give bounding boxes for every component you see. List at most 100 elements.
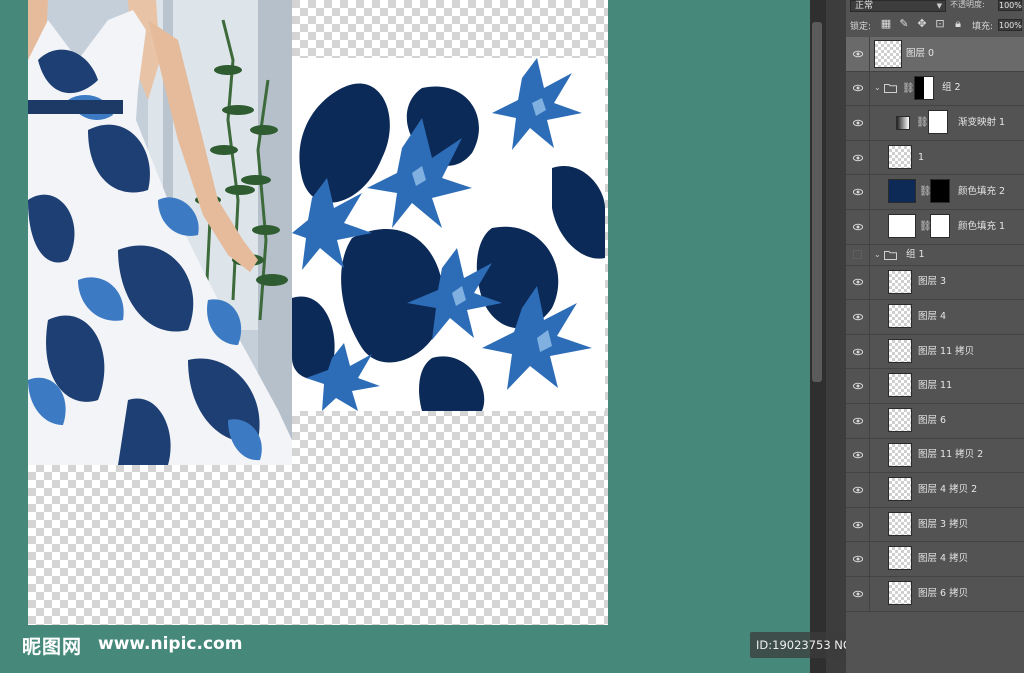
opacity-field[interactable]: 100% bbox=[998, 0, 1022, 11]
visibility-toggle[interactable] bbox=[846, 106, 870, 140]
lock-artboard-icon[interactable]: ⊡ bbox=[934, 18, 946, 30]
color-fill-thumbnail[interactable] bbox=[888, 213, 916, 238]
layer-thumbnail[interactable] bbox=[888, 477, 912, 502]
eye-icon bbox=[852, 554, 864, 564]
canvas-area[interactable] bbox=[0, 0, 810, 673]
layer-name[interactable]: 图层 0 bbox=[906, 48, 934, 60]
visibility-toggle[interactable] bbox=[846, 244, 870, 265]
layer-row[interactable]: 图层 0 bbox=[846, 37, 1024, 72]
layer-thumbnail[interactable] bbox=[888, 304, 912, 329]
layer-name[interactable]: 颜色填充 1 bbox=[958, 221, 1005, 233]
visibility-toggle[interactable] bbox=[846, 334, 870, 369]
layer-thumbnail[interactable] bbox=[888, 144, 912, 169]
layer-thumbnail[interactable] bbox=[888, 373, 912, 398]
layer-row[interactable]: ⛓ 颜色填充 2 bbox=[846, 175, 1024, 210]
layer-thumbnail[interactable] bbox=[888, 511, 912, 536]
eye-icon bbox=[852, 312, 864, 322]
layer-mask-thumbnail[interactable] bbox=[930, 213, 950, 238]
layer-row[interactable]: 图层 3 拷贝 bbox=[846, 507, 1024, 543]
chevron-down-icon[interactable]: ⌄ bbox=[874, 83, 881, 92]
visibility-toggle[interactable] bbox=[846, 140, 870, 175]
layer-name[interactable]: 图层 4 拷贝 bbox=[918, 553, 968, 565]
chain-link-icon[interactable]: ⛓ bbox=[902, 83, 915, 94]
eye-icon bbox=[852, 520, 864, 530]
scrollbar-thumb[interactable] bbox=[812, 22, 822, 382]
layer-row[interactable]: 图层 11 拷贝 2 bbox=[846, 438, 1024, 474]
visibility-toggle[interactable] bbox=[846, 175, 870, 209]
visibility-toggle[interactable] bbox=[846, 265, 870, 300]
layer-row[interactable]: 图层 11 bbox=[846, 369, 1024, 404]
gradient-map-icon bbox=[896, 116, 910, 131]
layer-row[interactable]: 图层 4 拷贝 bbox=[846, 542, 1024, 577]
layer-row[interactable]: 1 bbox=[846, 140, 1024, 176]
layer-row[interactable]: ⛓ 颜色填充 1 bbox=[846, 209, 1024, 245]
layer-row[interactable]: 图层 11 拷贝 bbox=[846, 334, 1024, 370]
eye-icon bbox=[852, 187, 864, 197]
visibility-toggle[interactable] bbox=[846, 71, 870, 106]
layer-mask-thumbnail[interactable] bbox=[930, 179, 950, 204]
lock-transparent-pixels-icon[interactable]: ▦ bbox=[880, 18, 892, 30]
model-photo bbox=[28, 0, 292, 465]
visibility-toggle[interactable] bbox=[846, 369, 870, 403]
fill-field[interactable]: 100% bbox=[998, 19, 1022, 31]
visibility-toggle[interactable] bbox=[846, 438, 870, 473]
layer-name[interactable]: 图层 4 拷贝 2 bbox=[918, 484, 977, 496]
layer-thumbnail[interactable] bbox=[888, 580, 912, 605]
layer-name[interactable]: 图层 3 拷贝 bbox=[918, 519, 968, 531]
layer-name[interactable]: 图层 11 拷贝 bbox=[918, 346, 974, 358]
chain-link-icon[interactable]: ⛓ bbox=[916, 117, 929, 128]
visibility-toggle[interactable] bbox=[846, 37, 870, 71]
eye-icon bbox=[852, 83, 864, 93]
layer-name[interactable]: 图层 11 拷贝 2 bbox=[918, 449, 983, 461]
chevron-down-icon[interactable]: ⌄ bbox=[874, 250, 881, 259]
layer-name[interactable]: 渐变映射 1 bbox=[958, 117, 1005, 129]
visibility-toggle[interactable] bbox=[846, 576, 870, 611]
layer-name[interactable]: 图层 6 bbox=[918, 415, 946, 427]
layer-row[interactable]: 图层 6 bbox=[846, 403, 1024, 439]
model-photo-art bbox=[28, 0, 292, 465]
layer-thumbnail[interactable] bbox=[874, 40, 902, 68]
hidden-visibility-box bbox=[853, 249, 862, 259]
layer-row[interactable]: 图层 3 bbox=[846, 265, 1024, 301]
group-mask-thumbnail[interactable] bbox=[914, 75, 934, 100]
document-canvas[interactable] bbox=[28, 0, 608, 625]
visibility-toggle[interactable] bbox=[846, 542, 870, 576]
eye-icon bbox=[852, 222, 864, 232]
eye-icon bbox=[852, 153, 864, 163]
layer-name[interactable]: 颜色填充 2 bbox=[958, 186, 1005, 198]
layer-name[interactable]: 图层 11 bbox=[918, 380, 952, 392]
layer-row[interactable]: ⌄ ⛓ 组 2 bbox=[846, 71, 1024, 107]
color-fill-thumbnail[interactable] bbox=[888, 179, 916, 204]
layer-row[interactable]: 图层 4 bbox=[846, 300, 1024, 335]
layer-name[interactable]: 组 1 bbox=[906, 249, 925, 261]
visibility-toggle[interactable] bbox=[846, 300, 870, 334]
visibility-toggle[interactable] bbox=[846, 403, 870, 438]
visibility-toggle[interactable] bbox=[846, 473, 870, 507]
visibility-toggle[interactable] bbox=[846, 209, 870, 244]
eye-icon bbox=[852, 347, 864, 357]
eye-icon bbox=[852, 450, 864, 460]
blend-mode-select[interactable]: 正常 ▼ bbox=[850, 0, 946, 12]
layer-thumbnail[interactable] bbox=[888, 338, 912, 363]
visibility-toggle[interactable] bbox=[846, 507, 870, 542]
layer-thumbnail[interactable] bbox=[888, 442, 912, 467]
lock-image-pixels-icon[interactable]: ✎ bbox=[898, 18, 910, 30]
layer-row[interactable]: 图层 4 拷贝 2 bbox=[846, 473, 1024, 508]
layer-thumbnail[interactable] bbox=[888, 407, 912, 432]
layer-thumbnail[interactable] bbox=[888, 269, 912, 294]
lock-label: 锁定: bbox=[850, 22, 872, 32]
layer-name[interactable]: 图层 6 拷贝 bbox=[918, 588, 968, 600]
layer-row[interactable]: ⛓ 渐变映射 1 bbox=[846, 106, 1024, 141]
layer-thumbnail[interactable] bbox=[888, 546, 912, 571]
chevron-down-icon: ▼ bbox=[936, 2, 942, 10]
layer-name[interactable]: 1 bbox=[918, 152, 924, 164]
layer-name[interactable]: 组 2 bbox=[942, 82, 961, 94]
layer-mask-thumbnail[interactable] bbox=[928, 110, 948, 135]
lock-row: 锁定: ▦ ✎ ✥ ⊡ 🔒︎ 填充: 100% bbox=[846, 17, 1024, 35]
layer-row[interactable]: 图层 6 拷贝 bbox=[846, 576, 1024, 612]
layer-row[interactable]: ⌄ 组 1 bbox=[846, 244, 1024, 266]
layer-name[interactable]: 图层 3 bbox=[918, 276, 946, 288]
lock-position-icon[interactable]: ✥ bbox=[916, 18, 928, 30]
lock-all-icon[interactable]: 🔒︎ bbox=[952, 18, 964, 30]
layer-name[interactable]: 图层 4 bbox=[918, 311, 946, 323]
